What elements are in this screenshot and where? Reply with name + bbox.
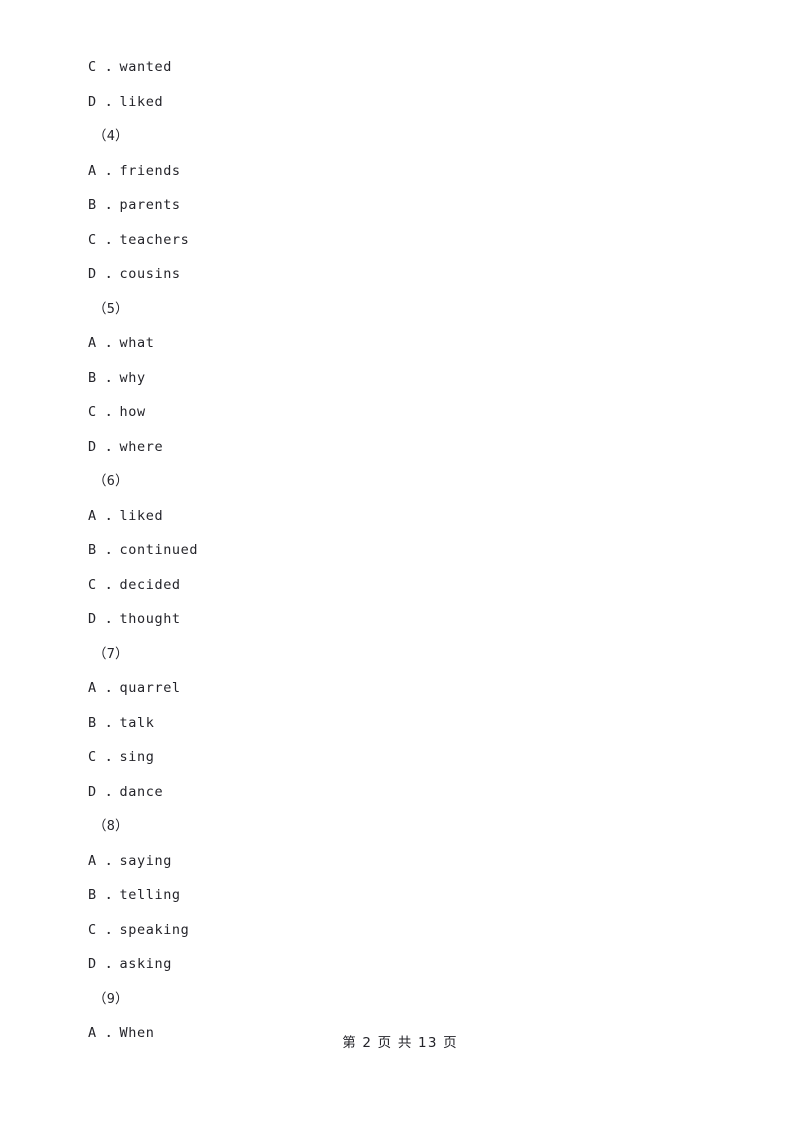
answer-option: B ．telling <box>88 887 181 903</box>
answer-option: A ．saying <box>88 852 172 869</box>
answer-option: C ．wanted <box>88 59 172 75</box>
question-number: （6） <box>93 473 129 489</box>
answer-option: C ．teachers <box>88 231 190 248</box>
answer-option: D ．thought <box>88 611 181 627</box>
answer-option: D ．where <box>88 438 164 455</box>
document-page: C ．wanted D ．liked （4） A ．friends B ．parents… <box>0 0 800 1132</box>
answer-option: A ．what <box>88 335 155 351</box>
answer-option: D ．dance <box>88 783 164 800</box>
answer-option: D ．asking <box>88 956 172 972</box>
answer-option: A ．friends <box>88 162 181 179</box>
page-footer: 第 2 页 共 13 页 <box>342 1035 458 1051</box>
answer-option: A ．liked <box>88 507 164 524</box>
question-number: （5） <box>93 300 129 317</box>
question-number: （7） <box>93 645 129 662</box>
answer-option: C ．speaking <box>88 921 190 938</box>
question-options-list: C ．wanted D ．liked （4） A ．friends B ．parents… <box>88 50 728 1051</box>
answer-option: C ．sing <box>88 749 155 765</box>
answer-option: C ．decided <box>88 576 181 593</box>
answer-option: B ．why <box>88 369 146 386</box>
answer-option: A ．quarrel <box>88 680 181 696</box>
answer-option: D ．liked <box>88 93 164 110</box>
question-number: （4） <box>93 128 129 144</box>
answer-option: D ．cousins <box>88 266 181 282</box>
answer-option: C ．how <box>88 404 146 420</box>
question-number: （9） <box>93 990 129 1007</box>
answer-option: B ．continued <box>88 542 199 558</box>
answer-option: B ．talk <box>88 714 155 731</box>
question-number: （8） <box>93 818 129 834</box>
answer-option: B ．parents <box>88 197 181 213</box>
